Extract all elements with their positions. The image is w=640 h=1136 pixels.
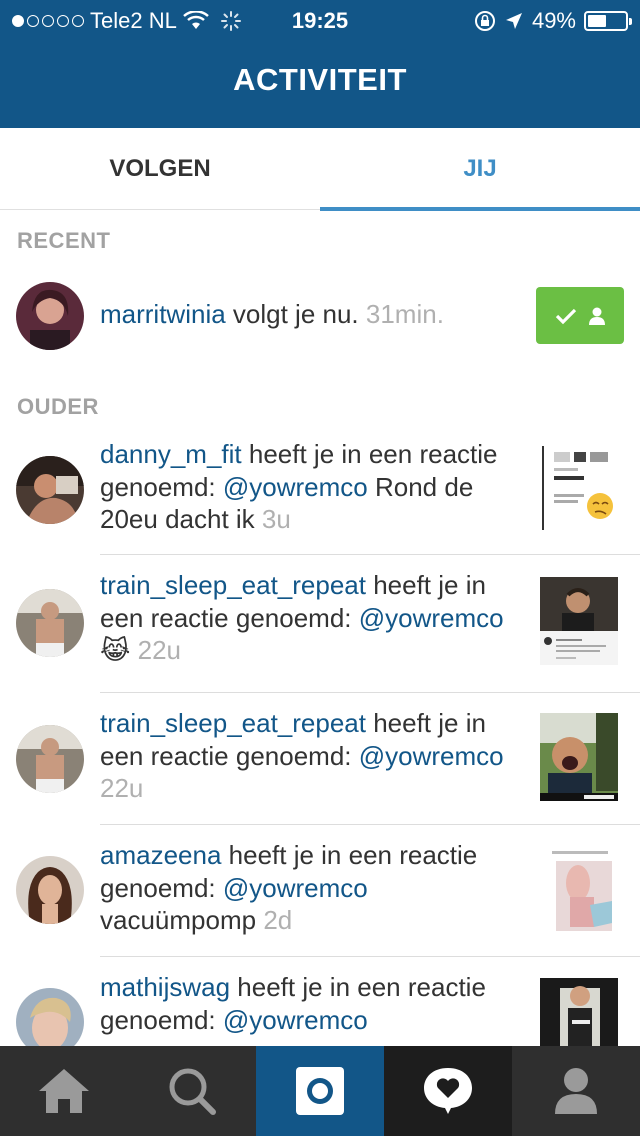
activity-text: train_sleep_eat_repeat heeft je in een r…: [100, 570, 504, 665]
nav-search[interactable]: [128, 1046, 256, 1136]
mention-link[interactable]: @yowremco: [223, 873, 368, 903]
username-link[interactable]: marritwinia: [100, 299, 226, 329]
profile-icon: [555, 1068, 597, 1114]
avatar[interactable]: [16, 988, 84, 1046]
nav-activity[interactable]: [384, 1046, 512, 1136]
avatar[interactable]: [16, 282, 84, 350]
username-link[interactable]: train_sleep_eat_repeat: [100, 570, 366, 600]
avatar[interactable]: [16, 725, 84, 793]
checkmark-icon: [555, 308, 577, 324]
list-item: mathijswag heeft je in een reactie genoe…: [0, 957, 640, 1046]
nav-camera[interactable]: [256, 1046, 384, 1136]
list-item: danny_m_fit heeft je in een reactie geno…: [0, 436, 640, 554]
post-thumbnail[interactable]: [540, 847, 618, 935]
username-link[interactable]: danny_m_fit: [100, 439, 242, 469]
bottom-nav-bar: [0, 1046, 640, 1136]
camera-icon: [296, 1067, 344, 1115]
mention-link[interactable]: @yowremco: [223, 472, 368, 502]
activity-text: danny_m_fit heeft je in een reactie geno…: [100, 439, 498, 534]
section-label-older: OUDER: [17, 394, 99, 419]
tab-jij[interactable]: JIJ: [320, 128, 640, 211]
rotation-lock-icon: [474, 11, 495, 31]
mention-link[interactable]: @yowremco: [223, 1005, 368, 1035]
following-button[interactable]: [536, 287, 624, 344]
timestamp: 3u: [261, 504, 291, 534]
list-item: train_sleep_eat_repeat heeft je in een r…: [0, 555, 640, 692]
status-bar: Tele2 NL 19:25 49%: [0, 0, 640, 40]
username-link[interactable]: train_sleep_eat_repeat: [100, 708, 366, 738]
list-item: amazeena heeft je in een reactie genoemd…: [0, 825, 640, 956]
search-icon: [169, 1068, 216, 1115]
header-bar: Tele2 NL 19:25 49% ACTIVITEIT: [0, 0, 640, 128]
battery-icon: [584, 11, 632, 31]
avatar[interactable]: [16, 589, 84, 657]
mention-link[interactable]: @yowremco: [359, 603, 504, 633]
section-label-recent: RECENT: [17, 228, 111, 253]
activity-text: amazeena heeft je in een reactie genoemd…: [100, 840, 478, 935]
activity-text: marritwinia volgt je nu. 31min.: [100, 299, 444, 329]
username-link[interactable]: amazeena: [100, 840, 221, 870]
post-thumbnail[interactable]: [540, 713, 618, 801]
avatar[interactable]: [16, 856, 84, 924]
battery-percentage: 49%: [531, 8, 576, 33]
tab-volgen[interactable]: VOLGEN: [0, 128, 320, 210]
username-link[interactable]: mathijswag: [100, 972, 230, 1002]
post-thumbnail[interactable]: [540, 444, 618, 532]
list-item: marritwinia volgt je nu. 31min.: [0, 268, 640, 364]
timestamp: 22u: [137, 635, 181, 665]
post-thumbnail[interactable]: [540, 978, 618, 1046]
location-arrow-icon: [505, 13, 522, 29]
post-thumbnail[interactable]: [540, 577, 618, 665]
page-title: ACTIVITEIT: [233, 62, 407, 97]
timestamp: 2d: [263, 905, 293, 935]
nav-profile[interactable]: [512, 1046, 640, 1136]
nav-home[interactable]: [0, 1046, 128, 1136]
activity-icon: [424, 1068, 472, 1114]
activity-text: train_sleep_eat_repeat heeft je in een r…: [100, 708, 504, 803]
mention-link[interactable]: @yowremco: [359, 741, 504, 771]
list-item: train_sleep_eat_repeat heeft je in een r…: [0, 693, 640, 824]
avatar[interactable]: [16, 456, 84, 524]
timestamp: 22u: [100, 773, 144, 803]
person-icon: [589, 307, 605, 325]
timestamp: 31min.: [365, 299, 444, 329]
tab-bar: VOLGEN JIJ: [0, 128, 640, 211]
home-icon: [39, 1069, 89, 1113]
activity-text: mathijswag heeft je in een reactie genoe…: [100, 972, 486, 1035]
